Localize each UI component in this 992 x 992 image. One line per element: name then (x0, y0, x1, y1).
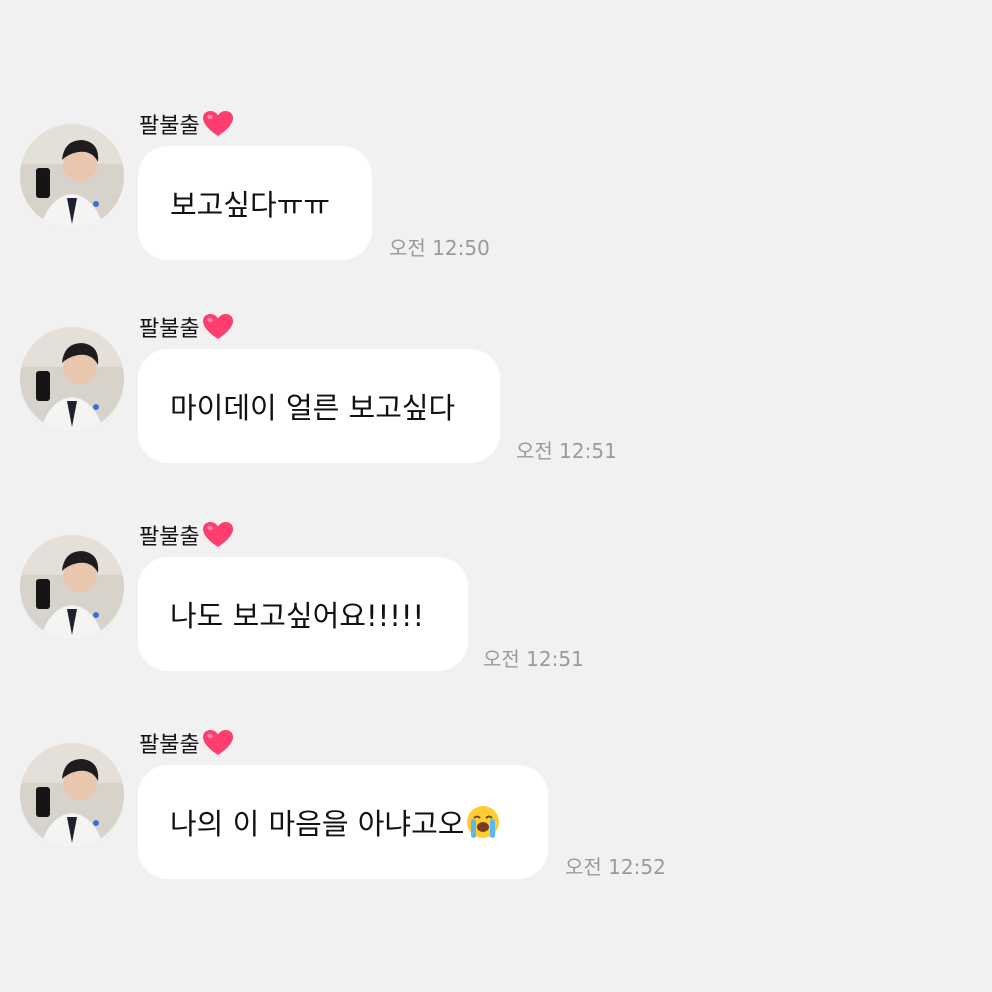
message-text: 보고싶다ㅠㅠ (170, 188, 331, 222)
message-time: 오전 12:51 (516, 439, 617, 463)
avatar[interactable] (20, 124, 124, 228)
chat-message: 팔불출 나의 이 마음을 아냐고오 오전 12:52 (0, 727, 992, 917)
chat-message: 팔불출 마이데이 얼른 보고싶다 오전 12:51 (0, 311, 992, 501)
chat-message: 팔불출 나도 보고싶어요!!!!! 오전 12:51 (0, 519, 992, 709)
message-text: 나의 이 마음을 아냐고오 (170, 807, 465, 841)
profile-photo-icon (20, 327, 124, 431)
sender-name-text: 팔불출 (139, 317, 200, 342)
sender-name: 팔불출 (139, 519, 234, 551)
message-time: 오전 12:51 (483, 647, 584, 671)
message-time: 오전 12:52 (565, 855, 666, 879)
profile-photo-icon (20, 535, 124, 639)
chat-message: 팔불출 보고싶다ㅠㅠ 오전 12:50 (0, 108, 992, 298)
message-time: 오전 12:50 (389, 236, 490, 260)
message-text: 마이데이 얼른 보고싶다 (170, 391, 456, 425)
avatar[interactable] (20, 535, 124, 639)
sender-name-text: 팔불출 (139, 733, 200, 758)
red-heart-icon (202, 314, 233, 339)
sender-name: 팔불출 (139, 108, 234, 140)
sender-name-text: 팔불출 (139, 114, 200, 139)
loudly-crying-face-icon (467, 806, 500, 838)
message-bubble[interactable]: 보고싶다ㅠㅠ (138, 146, 372, 260)
profile-photo-icon (20, 124, 124, 228)
sender-name: 팔불출 (139, 311, 234, 343)
avatar[interactable] (20, 743, 124, 847)
red-heart-icon (202, 522, 233, 547)
message-bubble[interactable]: 마이데이 얼른 보고싶다 (138, 349, 500, 463)
sender-name-text: 팔불출 (139, 525, 200, 550)
avatar[interactable] (20, 327, 124, 431)
message-bubble[interactable]: 나의 이 마음을 아냐고오 (138, 765, 548, 879)
message-text: 나도 보고싶어요!!!!! (170, 599, 425, 633)
red-heart-icon (202, 111, 233, 136)
message-bubble[interactable]: 나도 보고싶어요!!!!! (138, 557, 468, 671)
sender-name: 팔불출 (139, 727, 234, 759)
profile-photo-icon (20, 743, 124, 847)
red-heart-icon (202, 730, 233, 755)
